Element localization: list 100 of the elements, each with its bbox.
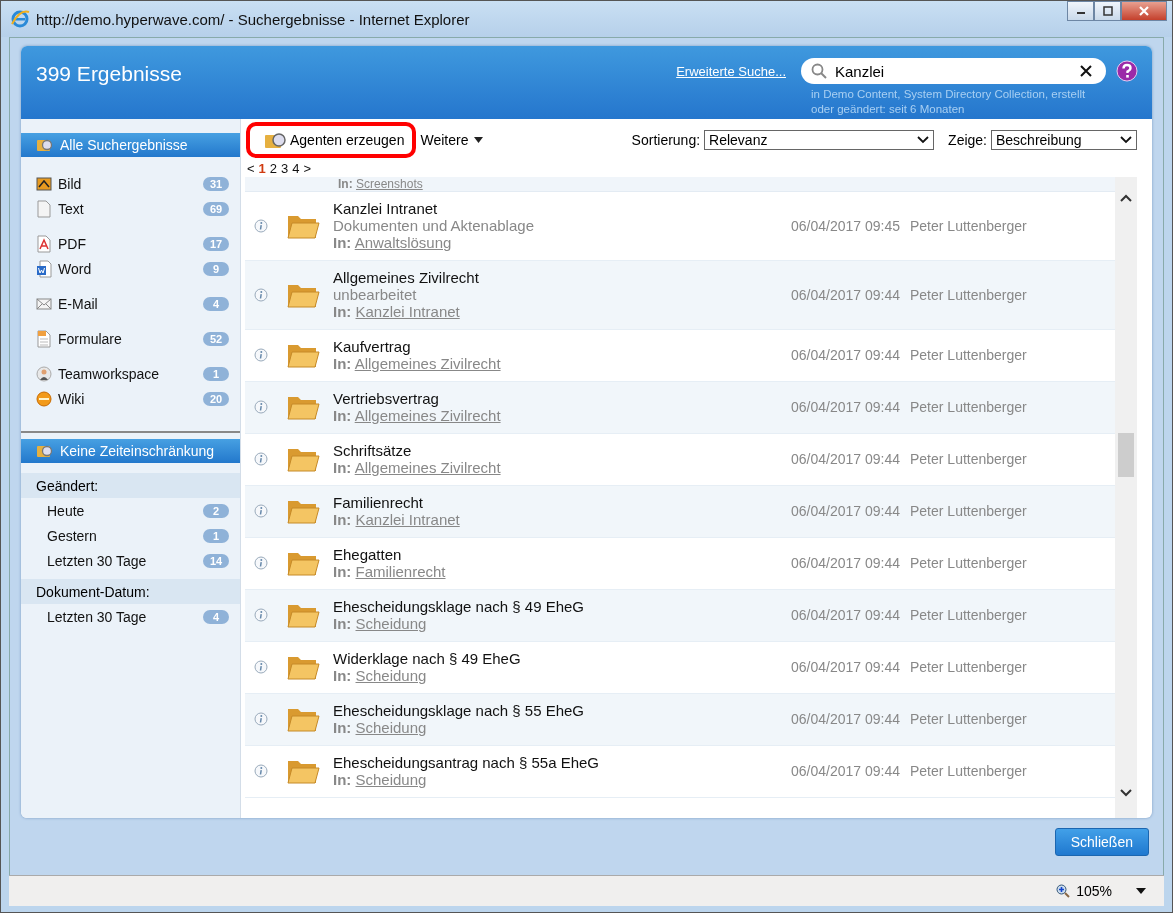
help-icon[interactable]	[1116, 60, 1138, 82]
more-menu[interactable]: Weitere	[420, 132, 484, 148]
info-icon[interactable]	[254, 287, 268, 302]
show-dropdown[interactable]: Beschreibung	[991, 130, 1137, 150]
browser-logo-icon	[10, 9, 30, 29]
info-icon[interactable]	[254, 218, 268, 233]
count-badge: 9	[203, 261, 229, 276]
file-type-filter[interactable]: Bild 31	[21, 171, 240, 196]
result-title[interactable]: Familienrecht	[333, 494, 791, 511]
result-title[interactable]: Ehegatten	[333, 546, 791, 563]
result-row[interactable]: Familienrecht In: Kanzlei Intranet 06/04/2017 09:44 Peter Luttenberger	[245, 486, 1115, 538]
modified-date: 06/04/2017 09:44	[791, 347, 901, 363]
result-title[interactable]: Kanzlei Intranet	[333, 200, 791, 217]
page-link[interactable]: 1	[258, 161, 266, 177]
date-filter[interactable]: Heute 2	[21, 498, 240, 523]
result-title[interactable]: Ehescheidungsklage nach § 55 EheG	[333, 702, 791, 719]
folder-search-icon	[36, 137, 54, 153]
location-link[interactable]: Allgemeines Zivilrecht	[354, 355, 501, 372]
result-title[interactable]: Widerklage nach § 49 EheG	[333, 650, 791, 667]
file-type-filter[interactable]: PDF 17	[21, 231, 240, 256]
result-row[interactable]: Ehescheidungsklage nach § 55 EheG In: Scheidung 06/04/2017 09:44 Peter Luttenberger	[245, 694, 1115, 746]
count-badge: 2	[203, 503, 229, 518]
page-link[interactable]: >	[303, 161, 312, 177]
count-badge: 69	[203, 201, 229, 216]
clear-icon[interactable]	[1080, 65, 1092, 77]
location-link[interactable]: Allgemeines Zivilrecht	[354, 459, 501, 476]
scrollbar[interactable]	[1115, 177, 1137, 818]
file-type-filter[interactable]: Text 69	[21, 196, 240, 221]
result-title[interactable]: Vertriebsvertrag	[333, 390, 791, 407]
count-badge: 52	[203, 331, 229, 346]
info-icon[interactable]	[254, 504, 268, 518]
page-link[interactable]: 2	[269, 161, 278, 177]
location-link[interactable]: Anwaltslösung	[354, 234, 452, 251]
modified-date: 06/04/2017 09:44	[791, 607, 901, 623]
page-link[interactable]: <	[247, 161, 255, 177]
file-type-filter[interactable]: Teamworkspace 1	[21, 361, 240, 386]
search-icon	[811, 63, 827, 79]
location-label: In:	[333, 407, 352, 424]
result-title[interactable]: Ehescheidungsklage nach § 49 EheG	[333, 598, 791, 615]
result-row[interactable]: Ehescheidungsantrag nach § 55a EheG In: Scheidung 06/04/2017 09:44 Peter Luttenberger	[245, 746, 1115, 798]
location-label: In:	[333, 511, 352, 528]
author-name: Peter Luttenberger	[910, 607, 1028, 623]
location-link[interactable]: Familienrecht	[355, 563, 446, 580]
location-link[interactable]: Scheidung	[355, 667, 427, 684]
file-type-filter[interactable]: Formulare 52	[21, 326, 240, 351]
image-icon	[36, 175, 52, 192]
create-agent-button[interactable]: Agenten erzeugen	[246, 122, 417, 158]
chevron-down-icon	[917, 136, 930, 144]
result-row[interactable]: Allgemeines Zivilrecht unbearbeitet In: Kanzlei Intranet 06/04/2017 09:44 Peter Luttenberger	[245, 261, 1115, 330]
scroll-up-icon[interactable]	[1119, 193, 1133, 203]
info-icon[interactable]	[254, 712, 268, 726]
info-icon[interactable]	[254, 660, 268, 674]
result-title[interactable]: Ehescheidungsantrag nach § 55a EheG	[333, 754, 791, 771]
zoom-icon	[1056, 884, 1071, 898]
date-filter[interactable]: Letzten 30 Tage 14	[21, 548, 240, 573]
advanced-search-link[interactable]: Erweiterte Suche...	[676, 64, 786, 79]
minimize-button[interactable]	[1067, 1, 1094, 21]
date-filter[interactable]: Gestern 1	[21, 523, 240, 548]
location-label: In:	[333, 615, 352, 632]
maximize-button[interactable]	[1094, 1, 1121, 21]
info-icon[interactable]	[254, 400, 268, 414]
sort-dropdown[interactable]: Relevanz	[704, 130, 935, 150]
dropdown-arrow-icon[interactable]	[1136, 888, 1146, 894]
window-title: http://demo.hyperwave.com/ - Suchergebnisse - Internet Explorer	[36, 10, 470, 28]
chevron-down-icon	[1120, 136, 1132, 144]
location-label: In:	[333, 667, 352, 684]
result-title[interactable]: Schriftsätze	[333, 442, 791, 459]
search-bar[interactable]: Kanzlei	[801, 58, 1106, 84]
folder-search-icon	[36, 443, 54, 459]
location-label: In:	[338, 177, 353, 191]
author-name: Peter Luttenberger	[910, 217, 1028, 234]
info-icon[interactable]	[254, 764, 268, 778]
scroll-down-icon[interactable]	[1119, 788, 1133, 798]
file-type-filter[interactable]: Wiki 20	[21, 386, 240, 411]
result-description: unbearbeitet	[333, 286, 418, 303]
author-name: Peter Luttenberger	[910, 711, 1028, 727]
info-icon[interactable]	[254, 556, 268, 570]
page-link[interactable]: 4	[292, 161, 300, 177]
all-results-filter[interactable]: Alle Suchergebnisse	[21, 133, 240, 157]
time-filter[interactable]: Keine Zeiteinschränkung	[21, 439, 240, 463]
date-filter[interactable]: Letzten 30 Tage 4	[21, 604, 240, 629]
location-label: In:	[333, 771, 352, 788]
info-icon[interactable]	[254, 452, 268, 466]
result-title[interactable]: Kaufvertrag	[333, 338, 791, 355]
scrollbar-thumb[interactable]	[1118, 433, 1134, 477]
page-link[interactable]: 3	[281, 161, 289, 177]
file-type-filter[interactable]: Word 9	[21, 256, 240, 281]
result-row[interactable]: Ehescheidungsklage nach § 49 EheG In: Scheidung 06/04/2017 09:44 Peter Luttenberger	[245, 590, 1115, 642]
info-icon[interactable]	[254, 348, 268, 362]
zoom-level[interactable]: 105%	[1076, 883, 1112, 899]
author-name: Peter Luttenberger	[910, 347, 1028, 363]
close-dialog-button[interactable]: Schließen	[1054, 827, 1149, 856]
result-title[interactable]: Allgemeines Zivilrecht	[333, 269, 791, 286]
close-button[interactable]	[1121, 1, 1167, 21]
result-row[interactable]: Vertriebsvertrag In: Allgemeines Zivilrecht 06/04/2017 09:44 Peter Luttenberger	[245, 382, 1115, 434]
count-badge: 20	[203, 391, 229, 406]
author-name: Peter Luttenberger	[910, 555, 1028, 571]
file-type-filter[interactable]: E-Mail 4	[21, 291, 240, 316]
location-link[interactable]: Scheidung	[355, 771, 427, 788]
info-icon[interactable]	[254, 608, 268, 622]
